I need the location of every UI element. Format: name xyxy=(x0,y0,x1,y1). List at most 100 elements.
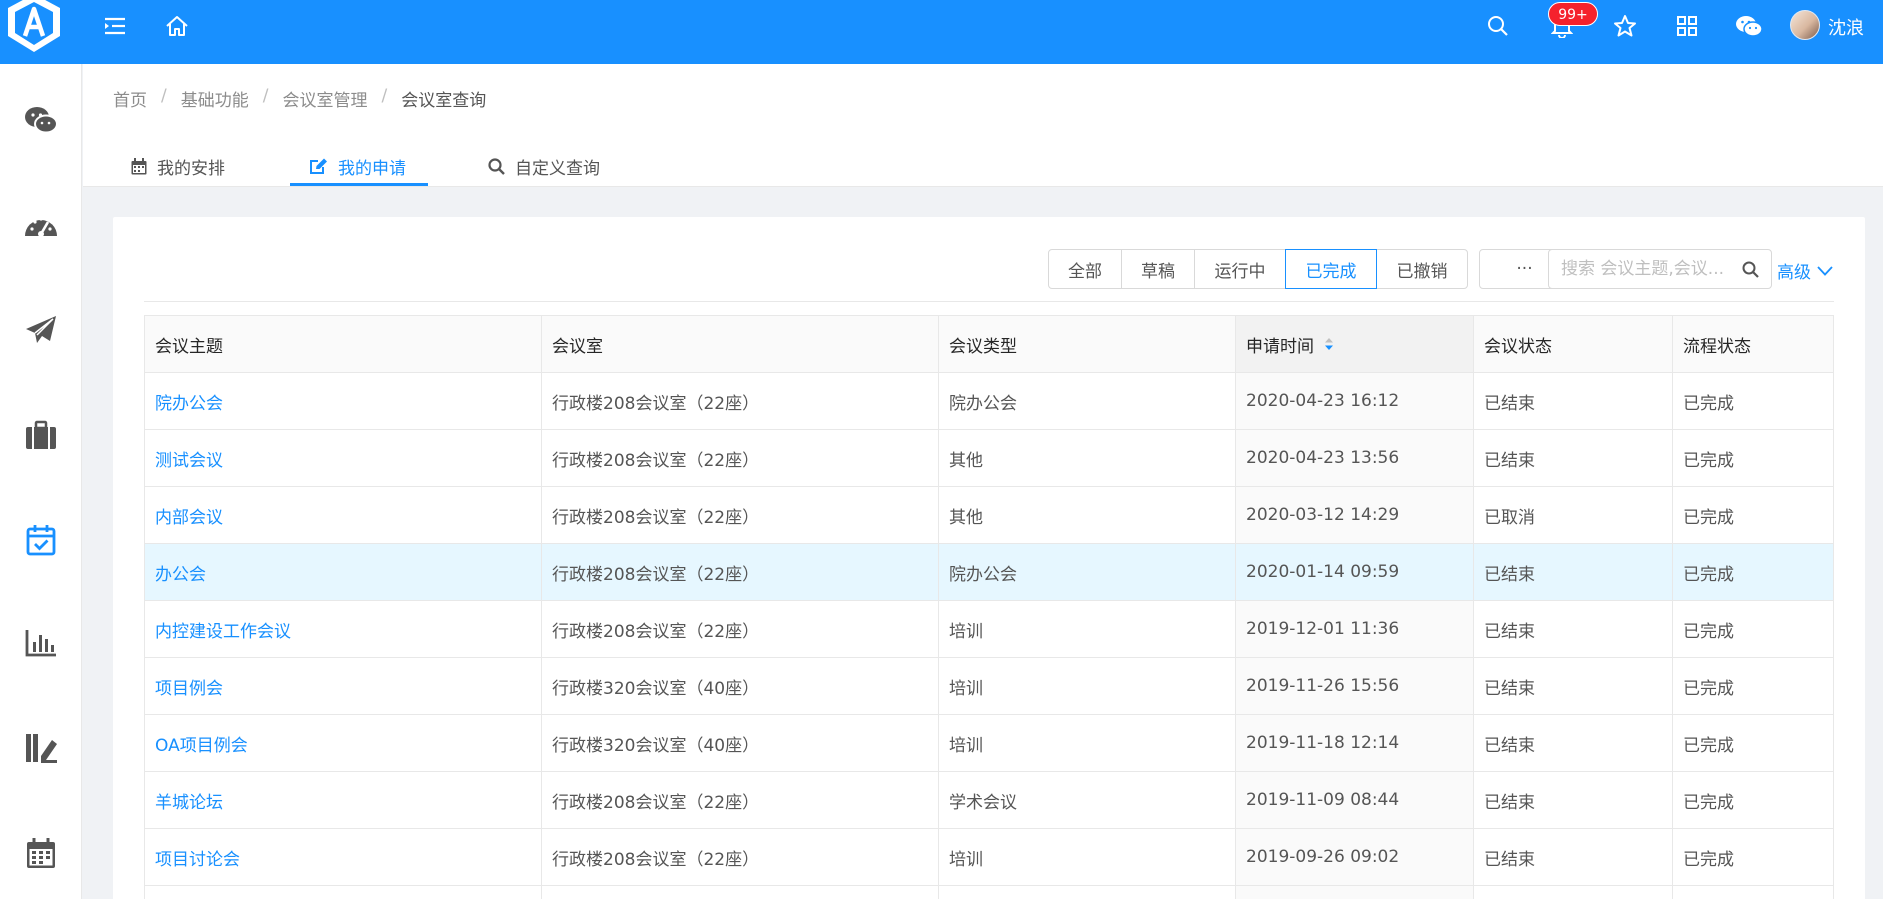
table-cell xyxy=(1236,886,1474,899)
table-row[interactable]: 内控建设工作会议 行政楼208会议室（22座） 培训 2019-12-01 11… xyxy=(145,601,1833,658)
book-edit-icon xyxy=(26,734,57,763)
chevron-down-icon xyxy=(1817,265,1833,276)
apply-time-cell: 2019-11-26 15:56 xyxy=(1236,658,1474,714)
sort-icon[interactable] xyxy=(1324,337,1334,351)
breadcrumb-separator: / xyxy=(381,86,388,106)
star-icon[interactable] xyxy=(1605,0,1645,52)
sidebar-item-office[interactable] xyxy=(0,405,82,465)
table-row[interactable]: 项目讨论会 行政楼208会议室（22座） 培训 2019-09-26 09:02… xyxy=(145,829,1833,886)
meeting-topic-link[interactable]: 项目讨论会 xyxy=(145,829,542,885)
sidebar-item-report[interactable] xyxy=(0,613,82,673)
filter-revoked-button[interactable]: 已撤销 xyxy=(1376,249,1468,289)
sidebar-item-dashboard[interactable] xyxy=(0,196,82,256)
flow-status-cell: 已完成 xyxy=(1683,393,1734,414)
filter-running-button[interactable]: 运行中 xyxy=(1194,249,1286,289)
type-cell: 学术会议 xyxy=(939,772,1236,828)
breadcrumb-separator: / xyxy=(161,86,167,106)
apps-grid-icon[interactable] xyxy=(1667,0,1707,52)
room-cell: 行政楼320会议室（40座） xyxy=(542,658,939,714)
search-input[interactable] xyxy=(1561,259,1731,279)
meeting-topic-link[interactable]: 项目例会 xyxy=(145,658,542,714)
apply-time-cell: 2020-01-14 09:59 xyxy=(1236,544,1474,600)
username[interactable]: 沈浪 xyxy=(1828,14,1864,40)
table-row[interactable]: 项目例会 行政楼320会议室（40座） 培训 2019-11-26 15:56 … xyxy=(145,658,1833,715)
table-cell xyxy=(542,886,939,899)
wechat-icon[interactable] xyxy=(1729,0,1769,52)
apply-time-cell: 2019-12-01 11:36 xyxy=(1236,601,1474,657)
flow-status-cell: 已完成 xyxy=(1683,735,1734,756)
meeting-topic-link[interactable]: 测试会议 xyxy=(145,430,542,486)
filter-all-button[interactable]: 全部 xyxy=(1048,249,1122,289)
table-row[interactable]: 羊城论坛 行政楼208会议室（22座） 学术会议 2019-11-09 08:4… xyxy=(145,772,1833,829)
column-header-flow-status[interactable]: 流程状态 xyxy=(1673,316,1833,372)
table-row[interactable]: OA项目例会 行政楼320会议室（40座） 培训 2019-11-18 12:1… xyxy=(145,715,1833,772)
flow-status-cell: 已完成 xyxy=(1683,678,1734,699)
search-icon xyxy=(488,157,505,175)
column-header-topic[interactable]: 会议主题 xyxy=(145,316,542,372)
meeting-topic-link[interactable]: 内控建设工作会议 xyxy=(145,601,542,657)
tab-active-indicator xyxy=(290,183,428,186)
filter-draft-button[interactable]: 草稿 xyxy=(1121,249,1195,289)
table-row[interactable]: 院办公会 行政楼208会议室（22座） 院办公会 2020-04-23 16:1… xyxy=(145,373,1833,430)
sidebar-item-send[interactable] xyxy=(0,300,82,360)
column-header-meeting-status[interactable]: 会议状态 xyxy=(1474,316,1673,372)
search-icon[interactable] xyxy=(1742,261,1759,278)
sidebar-item-wechat[interactable] xyxy=(0,90,82,150)
menu-toggle-icon[interactable] xyxy=(95,0,135,52)
tab-my-applications[interactable]: 我的申请 xyxy=(310,146,406,186)
sidebar xyxy=(0,64,82,899)
breadcrumb-room-admin[interactable]: 会议室管理 xyxy=(282,86,367,111)
briefcase-icon xyxy=(26,420,56,449)
meeting-status-cell: 已取消 xyxy=(1474,487,1673,543)
meeting-topic-link[interactable]: 内部会议 xyxy=(145,487,542,543)
paper-plane-icon xyxy=(26,316,56,343)
dashboard-icon xyxy=(25,217,57,237)
meeting-status-cell: 已结束 xyxy=(1474,373,1673,429)
table-row[interactable]: 测试会议 行政楼208会议室（22座） 其他 2020-04-23 13:56 … xyxy=(145,430,1833,487)
sidebar-item-meeting[interactable] xyxy=(0,510,82,570)
meeting-topic-link[interactable]: OA项目例会 xyxy=(145,715,542,771)
home-icon[interactable] xyxy=(157,0,197,52)
room-cell: 行政楼208会议室（22座） xyxy=(542,601,939,657)
apply-time-cell: 2019-11-09 08:44 xyxy=(1236,772,1474,828)
tab-label: 我的安排 xyxy=(157,158,225,179)
search-icon[interactable] xyxy=(1478,0,1518,52)
room-cell: 行政楼208会议室（22座） xyxy=(542,430,939,486)
bar-chart-icon xyxy=(25,630,56,657)
tab-custom-query[interactable]: 自定义查询 xyxy=(488,146,600,186)
filter-completed-button[interactable]: 已完成 xyxy=(1285,249,1377,289)
column-header-label: 申请时间 xyxy=(1246,336,1314,357)
app-logo-icon[interactable] xyxy=(4,0,64,56)
top-header: 99+ 沈浪 xyxy=(0,0,1883,64)
column-header-apply-time[interactable]: 申请时间 xyxy=(1236,316,1474,372)
avatar[interactable] xyxy=(1790,10,1820,40)
room-cell: 行政楼208会议室（22座） xyxy=(542,544,939,600)
flow-status-cell: 已完成 xyxy=(1683,450,1734,471)
calendar-icon xyxy=(27,838,55,868)
table-cell xyxy=(1474,886,1673,899)
room-cell: 行政楼320会议室（40座） xyxy=(542,715,939,771)
flow-status-cell: 已完成 xyxy=(1683,621,1734,642)
apply-time-cell: 2020-03-12 14:29 xyxy=(1236,487,1474,543)
sidebar-item-calendar[interactable] xyxy=(0,823,82,883)
sidebar-item-archive[interactable] xyxy=(0,718,82,778)
divider xyxy=(144,301,1834,302)
flow-status-cell: 已完成 xyxy=(1683,849,1734,870)
meeting-topic-link[interactable]: 羊城论坛 xyxy=(145,772,542,828)
breadcrumb-basic[interactable]: 基础功能 xyxy=(181,86,249,111)
table-row-selected[interactable]: 办公会 行政楼208会议室（22座） 院办公会 2020-01-14 09:59… xyxy=(145,544,1833,601)
breadcrumb-separator: / xyxy=(262,86,269,106)
table-row[interactable]: 内部会议 行政楼208会议室（22座） 其他 2020-03-12 14:29 … xyxy=(145,487,1833,544)
calendar-check-icon xyxy=(26,525,56,556)
column-header-type[interactable]: 会议类型 xyxy=(939,316,1236,372)
meeting-topic-link[interactable]: 院办公会 xyxy=(145,373,542,429)
advanced-label: 高级 xyxy=(1777,263,1811,283)
type-cell: 其他 xyxy=(939,487,1236,543)
tab-my-schedule[interactable]: 我的安排 xyxy=(131,146,225,186)
meeting-table: 会议主题 会议室 会议类型 申请时间 会议状态 流程状态 院办公会 行政楼208… xyxy=(144,315,1834,899)
type-cell: 培训 xyxy=(939,601,1236,657)
breadcrumb-home[interactable]: 首页 xyxy=(113,86,147,111)
column-header-room[interactable]: 会议室 xyxy=(542,316,939,372)
meeting-topic-link[interactable]: 办公会 xyxy=(145,544,542,600)
advanced-search-link[interactable]: 高级 xyxy=(1777,258,1833,283)
